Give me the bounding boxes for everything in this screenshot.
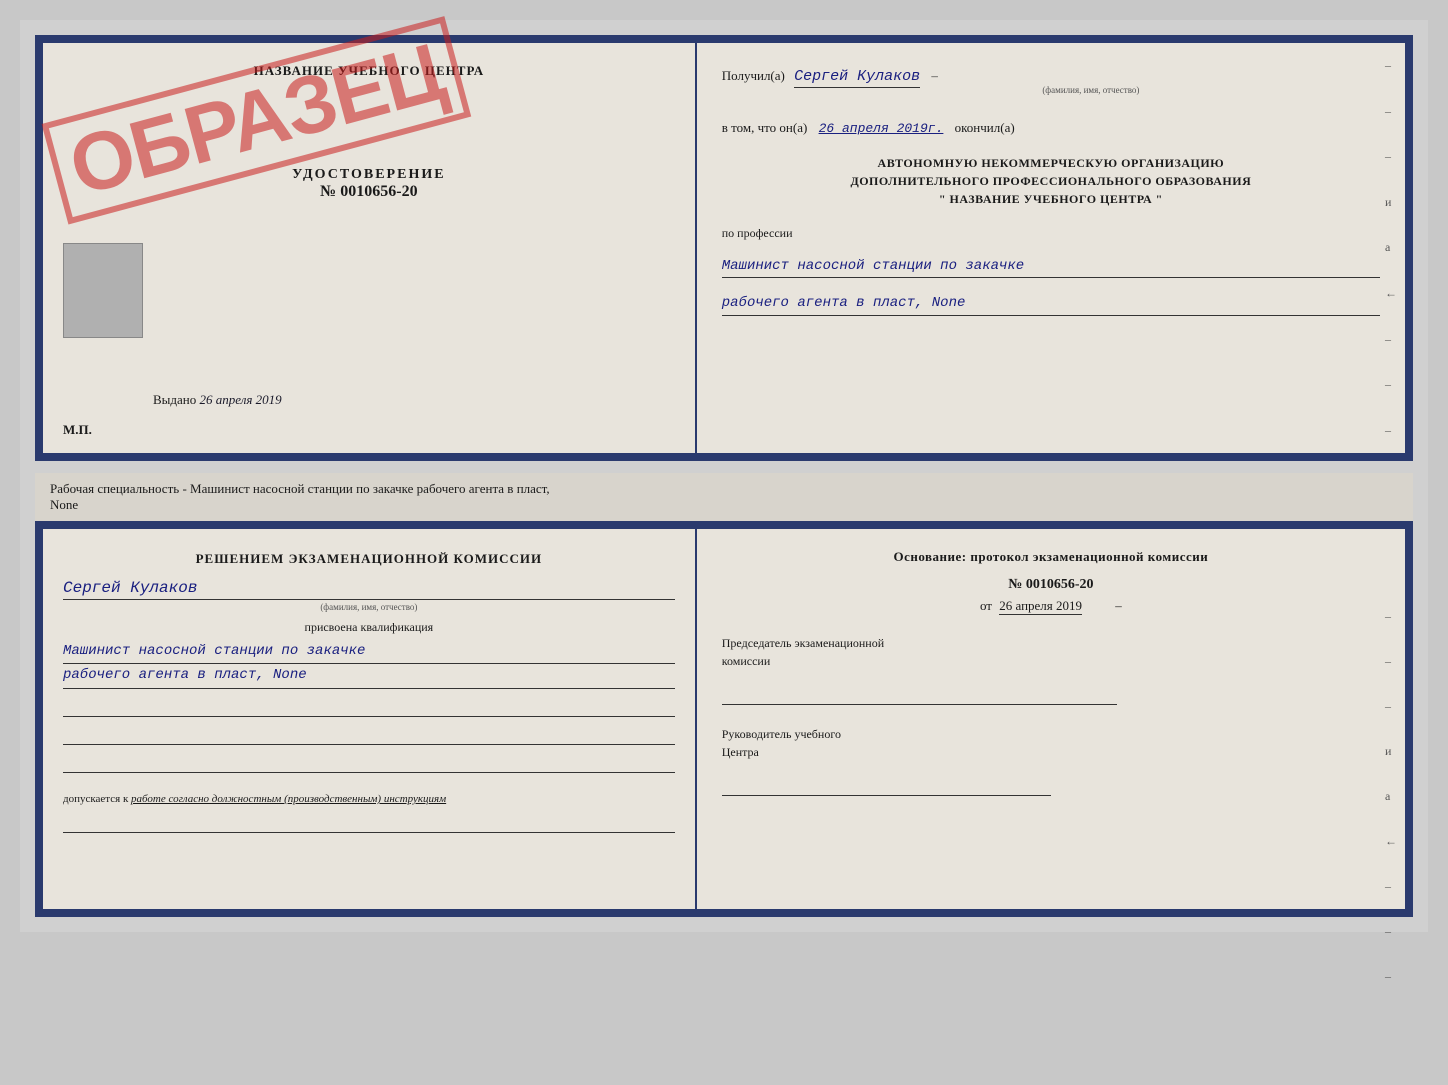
okonchil: окончил(а) [955,120,1015,135]
dopuskaetsya-prefix: допускается к [63,793,128,805]
ot-date: от 26 апреля 2019 – [722,598,1380,614]
po-professii: по профессии [722,226,1380,241]
signature-line-3 [63,753,675,773]
qualification-line1: Машинист насосной станции по закачке [63,640,675,665]
rukovoditel-line1: Руководитель учебного [722,725,1380,743]
vtom-prefix: в том, что он(а) [722,120,808,135]
po-professii-label: по профессии [722,226,793,240]
top-left-title: НАЗВАНИЕ УЧЕБНОГО ЦЕНТРА [254,63,485,79]
vydano-line: Выдано 26 апреля 2019 [153,392,282,408]
rukovoditel-block: Руководитель учебного Центра [722,725,1380,796]
mp-label: М.П. [63,422,92,438]
qualification-line2: рабочего агента в пласт, None [63,664,675,689]
rukovoditel-line2: Центра [722,743,1380,761]
page-container: НАЗВАНИЕ УЧЕБНОГО ЦЕНТРА ОБРАЗЕЦ УДОСТОВ… [20,20,1428,932]
profession-line1: Машинист насосной станции по закачке [722,255,1380,278]
predsedatel-block: Председатель экзаменационной комиссии [722,634,1380,705]
top-doc-left: НАЗВАНИЕ УЧЕБНОГО ЦЕНТРА ОБРАЗЕЦ УДОСТОВ… [43,43,697,453]
vtom-line: в том, что он(а) 26 апреля 2019г. окончи… [722,120,1380,136]
udostoverenie-number: № 0010656-20 [292,183,445,201]
predsedatel-line2: комиссии [722,652,1380,670]
middle-info: Рабочая специальность - Машинист насосно… [35,473,1413,521]
signature-line-1 [63,697,675,717]
bottom-right-dashes: – – – и а ← – – – [1385,609,1397,984]
org-line3: " НАЗВАНИЕ УЧЕБНОГО ЦЕНТРА " [722,190,1380,208]
org-block: АВТОНОМНУЮ НЕКОММЕРЧЕСКУЮ ОРГАНИЗАЦИЮ ДО… [722,154,1380,208]
rukovoditel-signature [722,776,1051,796]
recipient-name: Сергей Кулаков [794,68,920,88]
protokol-number: № 0010656-20 [722,577,1380,593]
ot-date-value: 26 апреля 2019 [999,598,1082,615]
bottom-fio-hint: (фамилия, имя, отчество) [63,602,675,612]
top-document: НАЗВАНИЕ УЧЕБНОГО ЦЕНТРА ОБРАЗЕЦ УДОСТОВ… [35,35,1413,461]
dopuskaetsya-text: работе согласно должностным (производств… [131,793,446,805]
obrazec-stamp: ОБРАЗЕЦ [42,52,385,395]
right-dashes: – – – и а ← – – – [1385,43,1397,453]
bottom-doc-right: Основание: протокол экзаменационной коми… [697,529,1405,909]
middle-info-text2: None [50,497,78,512]
udostoverenie-block: УДОСТОВЕРЕНИЕ № 0010656-20 [292,167,445,201]
bottom-doc-left: Решением экзаменационной комиссии Сергей… [43,529,697,909]
prisvoena-text: присвоена квалификация [63,620,675,635]
top-doc-right: Получил(а) Сергей Кулаков – (фамилия, им… [697,43,1405,453]
signature-line-2 [63,725,675,745]
poluchil-prefix: Получил(а) [722,68,785,83]
org-line1: АВТОНОМНУЮ НЕКОММЕРЧЕСКУЮ ОРГАНИЗАЦИЮ [722,154,1380,172]
resheniem-text: Решением экзаменационной комиссии [63,549,675,569]
org-line2: ДОПОЛНИТЕЛЬНОГО ПРОФЕССИОНАЛЬНОГО ОБРАЗО… [722,172,1380,190]
vydano-label: Выдано [153,392,196,407]
recipient-line: Получил(а) Сергей Кулаков – (фамилия, им… [722,68,1380,95]
vydano-date: 26 апреля 2019 [200,392,282,407]
udostoverenie-label: УДОСТОВЕРЕНИЕ [292,167,445,183]
bottom-name-handwritten: Сергей Кулаков [63,579,675,600]
dopuskaetsya-block: допускается к работе согласно должностны… [63,793,675,805]
middle-info-text: Рабочая специальность - Машинист насосно… [50,481,550,496]
predsedatel-line1: Председатель экзаменационной [722,634,1380,652]
signature-line-4 [63,813,675,833]
profession-line2: рабочего агента в пласт, None [722,292,1380,315]
ot-prefix: от [980,598,992,613]
osnovanie-title: Основание: протокол экзаменационной коми… [722,549,1380,565]
photo-placeholder [63,243,143,338]
predsedatel-signature [722,685,1117,705]
bottom-document: Решением экзаменационной комиссии Сергей… [35,521,1413,917]
vtom-date: 26 апреля 2019г. [819,121,944,136]
